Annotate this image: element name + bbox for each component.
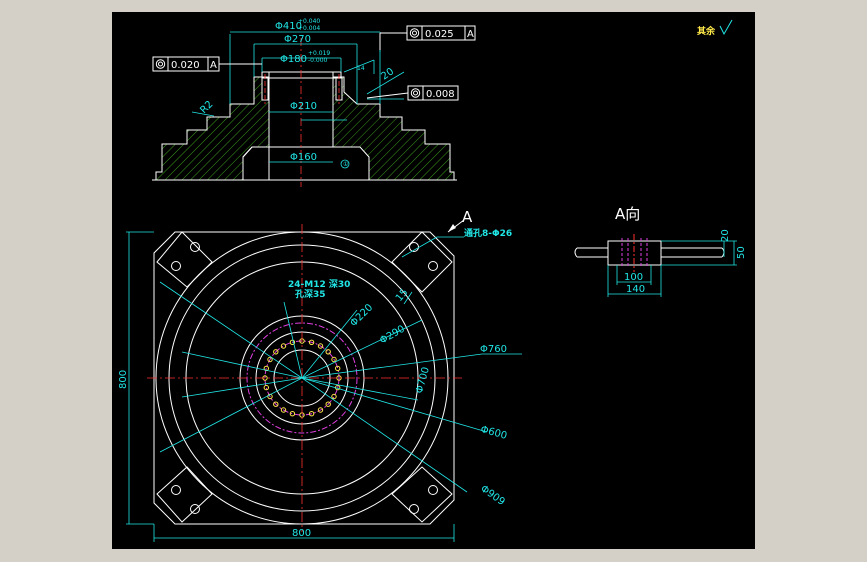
gdt-left-datum: A	[210, 60, 217, 71]
tapped-holes-line1: 24-M12 深30	[288, 278, 350, 290]
dia-180-label: Φ180	[280, 54, 307, 65]
dim-14-label: 14	[357, 65, 365, 72]
tapped-hole	[331, 393, 337, 400]
gdt-frame-right: 0.008	[366, 85, 459, 101]
dia-160-label: Φ160	[290, 152, 317, 163]
corner-pad-tr	[391, 231, 453, 293]
view-a	[574, 234, 737, 297]
cad-drawing-area[interactable]: Φ410 +0.040 +0.004 Φ270 Φ180 +0.019 -0.0…	[112, 12, 755, 549]
dia-270-label: Φ270	[284, 34, 311, 45]
gdt-frame-top: 0.025 A	[379, 25, 476, 50]
overall-dimensions	[126, 231, 455, 542]
dia-180-tol-lower: -0.000	[308, 57, 328, 64]
dia-180-tol-upper: +0.019	[308, 50, 330, 57]
height-800-label: 800	[118, 370, 129, 389]
dia-600-label: Φ600	[479, 424, 508, 442]
dia-210-label: Φ210	[290, 101, 317, 112]
view-a-dim-20: 20	[720, 229, 731, 242]
cad-drawing: Φ410 +0.040 +0.004 Φ270 Φ180 +0.019 -0.0…	[118, 18, 747, 542]
roughness-note-text: 其余	[697, 25, 716, 37]
dia-909-label: Φ909	[478, 483, 506, 507]
view-marker-a: A	[462, 208, 473, 226]
dim-15-label: 15	[394, 287, 411, 304]
tapped-hole	[280, 343, 287, 349]
view-a-dim-100: 100	[624, 272, 643, 283]
dia-410-tol-upper: +0.040	[298, 18, 320, 25]
corner-pad-tl	[156, 231, 213, 288]
roughness-note: 其余	[697, 19, 733, 37]
gdt-right-value: 0.008	[426, 89, 455, 100]
tapped-hole	[325, 349, 331, 355]
dia-410-tol-lower: +0.004	[298, 25, 320, 32]
gdt-top-datum: A	[467, 29, 474, 40]
view-a-dim-140: 140	[626, 284, 645, 295]
dim-20-label: 20	[379, 66, 396, 82]
width-800-label: 800	[292, 528, 311, 539]
dia-760-label: Φ760	[480, 344, 507, 355]
gdt-top-value: 0.025	[425, 29, 454, 40]
through-holes-label: 通孔8-Φ26	[464, 227, 512, 239]
datum-marker: ①	[343, 161, 348, 168]
dia-290-label: Φ290	[378, 324, 407, 347]
top-view	[126, 219, 522, 542]
view-a-title: A向	[615, 205, 640, 223]
gdt-left-value: 0.020	[171, 60, 200, 71]
tapped-holes-line2: 孔深35	[295, 288, 326, 300]
view-a-dim-50: 50	[736, 246, 747, 259]
gdt-frame-left: 0.020 A	[152, 56, 262, 72]
dia-700-label: Φ700	[414, 366, 432, 395]
